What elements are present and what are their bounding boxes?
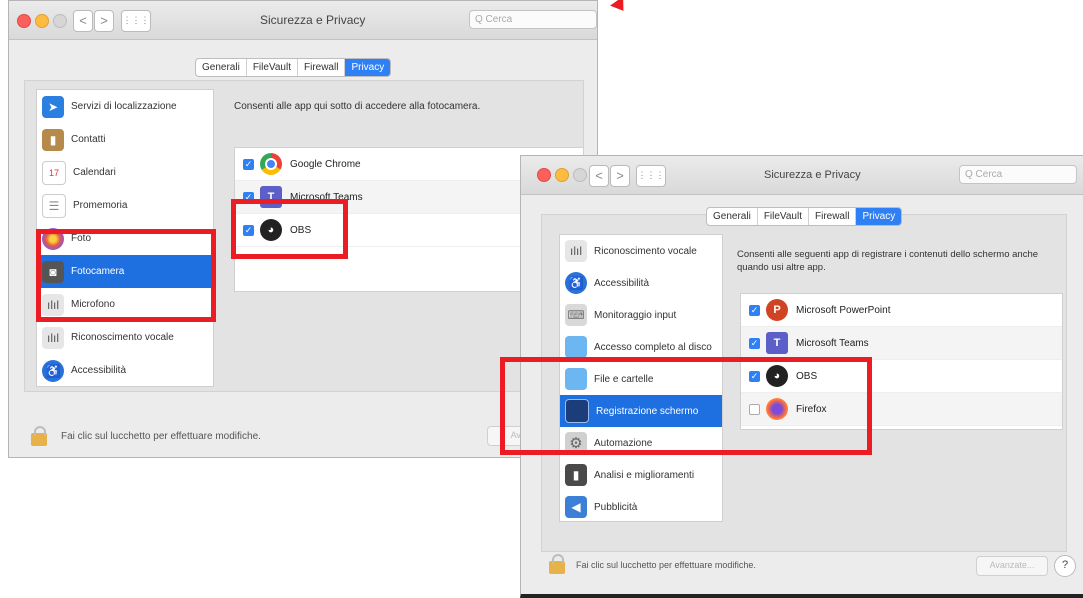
search-field[interactable]: Q Cerca [959, 165, 1077, 184]
sidebar-item-label: Calendari [73, 167, 116, 178]
close-window-button[interactable] [537, 168, 551, 182]
show-all-grid-button[interactable]: ⋮⋮⋮ [636, 165, 666, 187]
show-all-grid-button[interactable]: ⋮⋮⋮ [121, 10, 151, 32]
keyboard-icon: ⌨ [565, 304, 587, 326]
teams-icon: T [766, 332, 788, 354]
sidebar-item-input-monitoring[interactable]: ⌨ Monitoraggio input [560, 299, 722, 331]
sidebar-item-label: Accesso completo al disco [594, 341, 712, 353]
sidebar-item-calendars[interactable]: 17 Calendari [37, 156, 213, 189]
app-name: Microsoft Teams [796, 337, 869, 349]
reminders-list-icon: ☰ [42, 193, 66, 218]
sidebar-item-contacts[interactable]: ▮ Contatti [37, 123, 213, 156]
sidebar-item-analytics[interactable]: ▮ Analisi e miglioramenti [560, 459, 722, 491]
speech-waveform-icon: ılıl [42, 326, 64, 349]
sidebar-item-label: Riconoscimento vocale [71, 332, 174, 343]
app-row-powerpoint: ✓ P Microsoft PowerPoint [741, 294, 1062, 327]
sidebar-item-label: Accessibilità [71, 365, 127, 376]
speech-waveform-icon: ılıl [565, 240, 587, 262]
highlight-box-obs-camera [231, 199, 348, 259]
app-row-teams: ✓ T Microsoft Teams [741, 327, 1062, 360]
location-arrow-icon: ➤ [42, 95, 64, 118]
zoom-window-button[interactable] [573, 168, 587, 182]
calendar-icon: 17 [42, 160, 66, 185]
close-window-button[interactable] [17, 14, 31, 28]
sidebar-item-accessibility[interactable]: ♿ Accessibilità [37, 354, 213, 386]
title-bar: < > ⋮⋮⋮ Sicurezza e Privacy Q Cerca [521, 156, 1083, 195]
sidebar-item-speech-recognition[interactable]: ılıl Riconoscimento vocale [37, 321, 213, 354]
app-name: Google Chrome [290, 158, 361, 170]
highlight-box-screen-recording [500, 357, 872, 455]
sidebar-item-label: Riconoscimento vocale [594, 245, 697, 257]
sidebar-item-label: Contatti [71, 134, 106, 145]
minimize-window-button[interactable] [555, 168, 569, 182]
sidebar-item-label: Promemoria [73, 200, 128, 211]
red-arrow-icon [610, 0, 630, 16]
tab-privacy[interactable]: Privacy [856, 208, 902, 225]
search-field[interactable]: Q Cerca [469, 10, 597, 29]
sidebar-item-speech-recognition[interactable]: ılıl Riconoscimento vocale [560, 235, 722, 267]
permission-description: Consenti alle seguenti app di registrare… [737, 249, 1039, 273]
back-button[interactable]: < [589, 165, 609, 187]
lock-icon[interactable] [549, 554, 565, 574]
chrome-icon [260, 153, 282, 175]
back-button[interactable]: < [73, 10, 93, 32]
tab-bar: Generali FileVault Firewall Privacy [195, 58, 392, 77]
contacts-book-icon: ▮ [42, 128, 64, 151]
sidebar-item-accessibility[interactable]: ♿ Accessibilità [560, 267, 722, 299]
sidebar-item-label: Analisi e miglioramenti [594, 469, 695, 481]
tab-firewall[interactable]: Firewall [809, 208, 857, 225]
sidebar-item-label: Pubblicità [594, 501, 638, 513]
lock-icon[interactable] [31, 426, 47, 446]
title-bar: < > ⋮⋮⋮ Sicurezza e Privacy Q Cerca [9, 1, 597, 40]
megaphone-icon: ◀ [565, 496, 587, 518]
tab-firewall[interactable]: Firewall [298, 59, 346, 76]
app-name: Microsoft PowerPoint [796, 304, 891, 316]
tab-generali[interactable]: Generali [196, 59, 247, 76]
forward-button[interactable]: > [610, 165, 630, 187]
permission-description: Consenti alle app qui sotto di accedere … [234, 101, 481, 112]
tab-bar: Generali FileVault Firewall Privacy [706, 207, 903, 226]
window-title: Sicurezza e Privacy [764, 169, 861, 181]
traffic-lights [537, 168, 591, 186]
minimize-window-button[interactable] [35, 14, 49, 28]
sidebar-item-label: Servizi di localizzazione [71, 101, 177, 112]
checkbox-checked[interactable]: ✓ [243, 158, 254, 170]
zoom-window-button[interactable] [53, 14, 67, 28]
tab-filevault[interactable]: FileVault [758, 208, 809, 225]
forward-button[interactable]: > [94, 10, 114, 32]
sidebar-item-advertising[interactable]: ◀ Pubblicità [560, 491, 722, 521]
window-title: Sicurezza e Privacy [260, 13, 366, 27]
lock-hint-text: Fai clic sul lucchetto per effettuare mo… [576, 560, 756, 570]
advanced-button[interactable]: Avanzate... [976, 556, 1048, 576]
checkbox-checked[interactable]: ✓ [749, 337, 760, 349]
help-button[interactable]: ? [1054, 555, 1076, 577]
accessibility-icon: ♿ [42, 359, 64, 382]
accessibility-icon: ♿ [565, 272, 587, 294]
checkbox-checked[interactable]: ✓ [749, 304, 760, 316]
sidebar-item-reminders[interactable]: ☰ Promemoria [37, 189, 213, 222]
sidebar-item-location-services[interactable]: ➤ Servizi di localizzazione [37, 90, 213, 123]
powerpoint-icon: P [766, 299, 788, 321]
tab-generali[interactable]: Generali [707, 208, 758, 225]
folder-icon [565, 336, 587, 358]
lock-hint-text: Fai clic sul lucchetto per effettuare mo… [61, 431, 261, 442]
bar-chart-icon: ▮ [565, 464, 587, 486]
traffic-lights [17, 14, 71, 32]
tab-filevault[interactable]: FileVault [247, 59, 298, 76]
sidebar-item-label: Accessibilità [594, 277, 650, 289]
highlight-box-camera-sidebar [36, 229, 216, 322]
sidebar-item-label: Monitoraggio input [594, 309, 677, 321]
tab-privacy[interactable]: Privacy [345, 59, 391, 76]
